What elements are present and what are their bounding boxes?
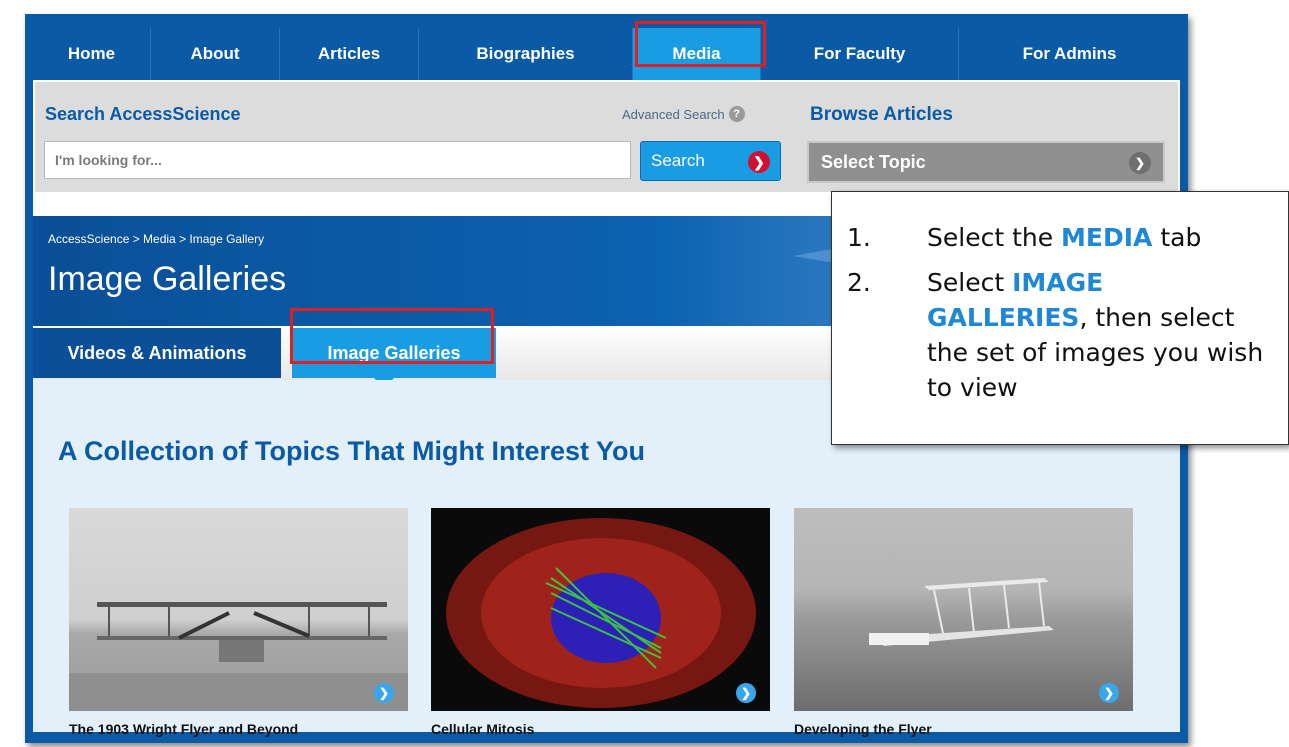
chevron-right-circle-icon[interactable]: ❯: [736, 683, 756, 703]
select-topic-dropdown[interactable]: Select Topic ❯: [807, 141, 1165, 183]
chevron-right-circle-icon[interactable]: ❯: [1099, 683, 1119, 703]
main-nav: Home About Articles Biographies Media Fo…: [33, 28, 1180, 80]
media-tab-highlight: [635, 21, 766, 67]
search-bar: Search AccessScience Advanced Search ? S…: [35, 82, 1178, 192]
select-topic-value: Select Topic: [821, 151, 926, 172]
gallery-card[interactable]: ❯ Developing the Flyer: [794, 508, 1133, 737]
card-caption[interactable]: Developing the Flyer: [794, 721, 1133, 737]
chevron-down-circle-icon: ❯: [1129, 152, 1151, 174]
search-input[interactable]: [44, 141, 631, 179]
nav-for-admins[interactable]: For Admins: [959, 28, 1180, 80]
step-text-pre: Select: [927, 268, 1013, 297]
breadcrumb: AccessScience > Media > Image Gallery: [48, 232, 265, 246]
page-title: Image Galleries: [48, 260, 287, 298]
card-image-developing-flyer[interactable]: ❯: [794, 508, 1133, 711]
step-number: 1.: [847, 223, 871, 252]
card-image-wright-flyer[interactable]: ❯: [69, 508, 408, 711]
card-caption[interactable]: Cellular Mitosis: [431, 721, 770, 737]
nav-home[interactable]: Home: [33, 28, 151, 80]
nav-for-faculty[interactable]: For Faculty: [761, 28, 959, 80]
card-caption[interactable]: The 1903 Wright Flyer and Beyond: [69, 721, 408, 737]
question-circle-icon[interactable]: ?: [728, 106, 745, 122]
search-button-label: Search: [651, 151, 705, 170]
chevron-right-circle-icon: ❯: [748, 151, 770, 173]
chevron-right-circle-icon[interactable]: ❯: [374, 683, 394, 703]
biplane-illustration: [69, 602, 408, 711]
collection-heading: A Collection of Topics That Might Intere…: [58, 436, 645, 466]
step-text-post: tab: [1152, 223, 1202, 252]
step-text-pre: Select the: [927, 223, 1062, 252]
mitosis-illustration: [446, 518, 756, 708]
step-keyword: MEDIA: [1061, 223, 1153, 252]
browse-articles-title: Browse Articles: [810, 104, 953, 125]
nav-about[interactable]: About: [151, 28, 280, 80]
gallery-card[interactable]: ❯ Cellular Mitosis: [431, 508, 770, 737]
search-button[interactable]: Search ❯: [640, 141, 781, 181]
image-galleries-tab-highlight: [290, 308, 494, 364]
tab-videos-animations[interactable]: Videos & Animations: [33, 328, 281, 378]
nav-biographies[interactable]: Biographies: [419, 28, 633, 80]
step-text: Select IMAGE GALLERIES, then select the …: [927, 265, 1272, 405]
card-image-cellular-mitosis[interactable]: ❯: [431, 508, 770, 711]
step-number: 2.: [847, 268, 871, 297]
gallery-card[interactable]: ❯ The 1903 Wright Flyer and Beyond: [69, 508, 408, 737]
step-text: Select the MEDIA tab: [927, 220, 1272, 255]
nav-articles[interactable]: Articles: [280, 28, 419, 80]
search-title: Search AccessScience: [45, 104, 241, 124]
advanced-search-link[interactable]: Advanced Search ?: [622, 106, 745, 122]
glider-illustration: [869, 578, 1054, 646]
advanced-search-label: Advanced Search: [622, 106, 725, 122]
instruction-callout: 1. Select the MEDIA tab 2. Select IMAGE …: [831, 191, 1289, 445]
